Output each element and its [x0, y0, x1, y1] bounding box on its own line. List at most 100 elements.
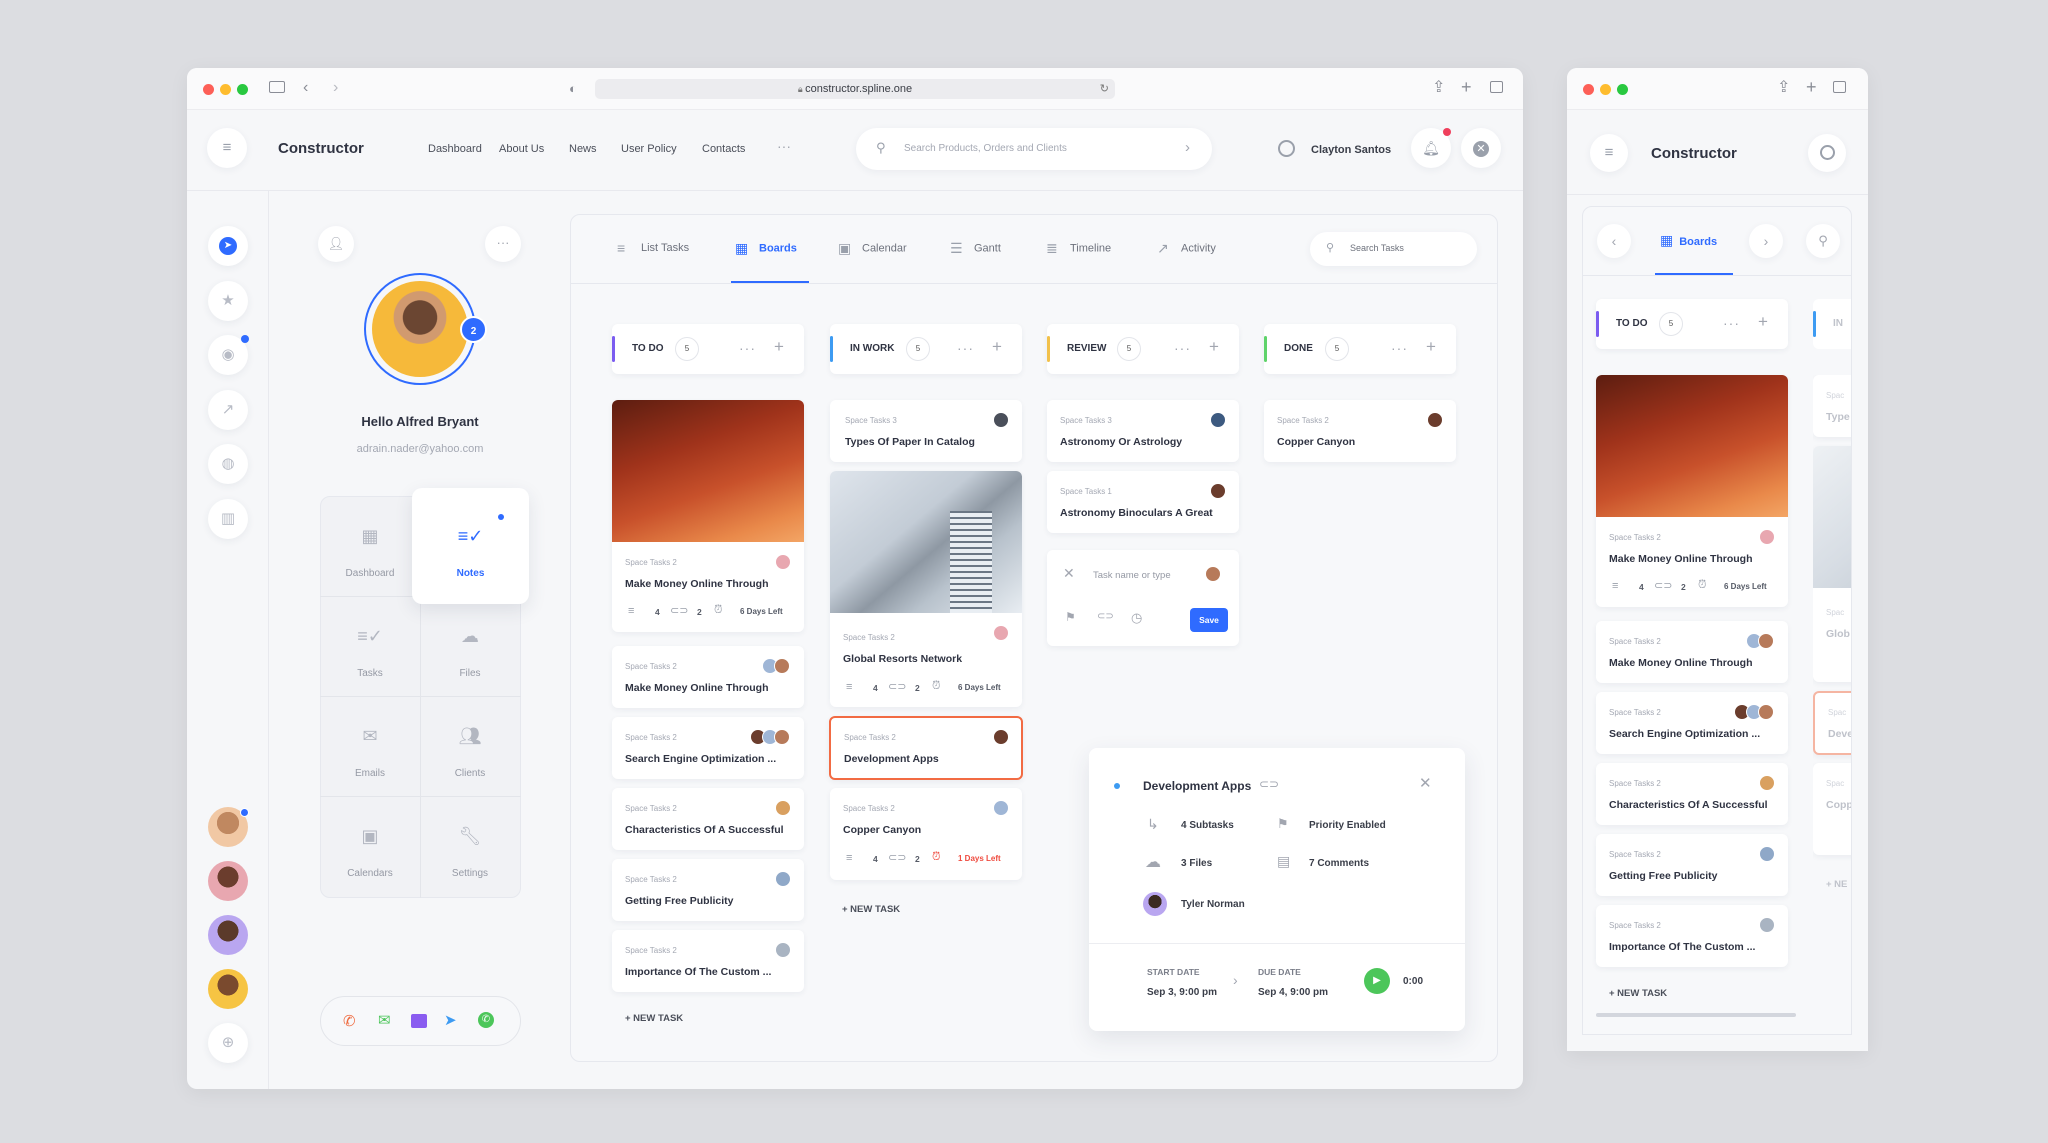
save-button[interactable]: Save — [1190, 608, 1228, 632]
profile-more-button[interactable]: ··· — [485, 226, 521, 262]
close-window-dot[interactable] — [203, 84, 214, 95]
nav-user-policy[interactable]: User Policy — [621, 143, 677, 155]
assignee-avatar[interactable] — [1143, 892, 1167, 916]
task-card[interactable]: Space Tasks 2 Make Money Online Through — [612, 646, 804, 708]
tab-gantt[interactable]: ☰ Gantt — [950, 240, 1001, 257]
mobile-task-card[interactable]: Space Tasks 2 Search Engine Optimization… — [1596, 692, 1788, 754]
close-window-dot[interactable] — [1583, 84, 1594, 95]
email-icon[interactable]: ✉ — [378, 1011, 391, 1029]
rail-stats[interactable]: ↗ — [208, 390, 248, 430]
column-more-button[interactable]: ··· — [957, 340, 974, 356]
profile-person-button[interactable]: 👤︎ — [318, 226, 354, 262]
user-name[interactable]: Clayton Santos — [1311, 144, 1391, 156]
tab-activity[interactable]: ↗ Activity — [1157, 240, 1216, 257]
global-search[interactable]: ⚲ Search Products, Orders and Clients › — [856, 128, 1212, 170]
link-icon[interactable]: ⊂⊃ — [1259, 777, 1279, 791]
column-more-button[interactable]: ··· — [1723, 315, 1740, 331]
rail-globe[interactable]: ◍ — [208, 444, 248, 484]
menu-settings[interactable]: 🔧︎ Settings — [420, 796, 520, 896]
attachment-icon[interactable]: ⊂⊃ — [1097, 611, 1114, 622]
mobile-new-task-button[interactable]: + NEW TASK — [1609, 988, 1667, 999]
task-card[interactable]: Space Tasks 2 Getting Free Publicity — [612, 859, 804, 921]
contact-avatar-4[interactable] — [208, 969, 248, 1009]
maximize-window-dot[interactable] — [237, 84, 248, 95]
rail-favorites[interactable]: ★ — [208, 281, 248, 321]
contact-avatar-3[interactable] — [208, 915, 248, 955]
column-add-button[interactable]: + — [992, 337, 1002, 357]
chevron-right-icon[interactable]: › — [1185, 139, 1190, 156]
task-card[interactable]: Space Tasks 1 Astronomy Binoculars A Gre… — [1047, 471, 1239, 533]
task-card[interactable]: Space Tasks 2 Search Engine Optimization… — [612, 717, 804, 779]
new-tab-icon[interactable]: + — [1461, 78, 1472, 96]
due-date-value[interactable]: Sep 4, 9:00 pm — [1258, 987, 1328, 998]
column-more-button[interactable]: ··· — [739, 340, 756, 356]
mobile-horizontal-scrollbar[interactable] — [1596, 1013, 1796, 1017]
column-add-button[interactable]: + — [1426, 337, 1436, 357]
mobile-partial-new-task[interactable]: + NE — [1826, 879, 1847, 890]
task-card[interactable]: Space Tasks 3 Types Of Paper In Catalog — [830, 400, 1022, 462]
partial-card[interactable]: Spac Type — [1813, 375, 1851, 437]
tab-timeline[interactable]: ≣ Timeline — [1046, 240, 1111, 257]
partial-card-selected[interactable]: Spac Deve — [1813, 691, 1851, 755]
share-icon[interactable]: ⇪ — [1432, 80, 1445, 96]
task-card[interactable]: Space Tasks 2 Copper Canyon ≡ 4 ⊂⊃ 2 ⏰︎ … — [830, 788, 1022, 880]
column-more-button[interactable]: ··· — [1174, 340, 1191, 356]
back-icon[interactable]: ‹ — [303, 80, 308, 96]
cancel-x-icon[interactable]: ✕ — [1063, 565, 1075, 582]
telegram-icon[interactable]: ➤ — [444, 1011, 457, 1029]
new-task-button-todo[interactable]: + NEW TASK — [625, 1013, 683, 1024]
tabs-overview-icon[interactable] — [1833, 81, 1846, 93]
nav-more-button[interactable]: ··· — [777, 138, 791, 154]
close-button[interactable]: ✕ — [1461, 128, 1501, 168]
mobile-task-card[interactable]: Space Tasks 2 Make Money Online Through — [1596, 621, 1788, 683]
rail-buildings[interactable]: ▥ — [208, 499, 248, 539]
mobile-next-button[interactable]: › — [1749, 224, 1783, 258]
menu-calendars[interactable]: ▣ Calendars — [320, 796, 420, 896]
column-add-button[interactable]: + — [774, 337, 784, 357]
minimize-window-dot[interactable] — [220, 84, 231, 95]
assignee-avatar[interactable] — [1205, 566, 1221, 582]
menu-notes[interactable]: ≡✓ Notes — [412, 488, 529, 604]
close-icon[interactable]: ✕ — [1419, 774, 1432, 792]
task-search-input[interactable]: Search Tasks — [1350, 243, 1404, 253]
nav-dashboard[interactable]: Dashboard — [428, 143, 482, 155]
mobile-prev-button[interactable]: ‹ — [1597, 224, 1631, 258]
task-name-input[interactable]: Task name or type — [1093, 570, 1171, 581]
play-timer-button[interactable]: ▶ — [1364, 968, 1390, 994]
column-add-button[interactable]: + — [1758, 312, 1768, 332]
task-card[interactable]: Space Tasks 2 Importance Of The Custom .… — [612, 930, 804, 992]
sidebar-toggle-icon[interactable] — [269, 81, 285, 93]
user-avatar-icon[interactable] — [1278, 140, 1295, 157]
search-input[interactable]: Search Products, Orders and Clients — [904, 143, 1067, 154]
mobile-hamburger-button[interactable]: ≡ — [1590, 134, 1628, 172]
mobile-task-card[interactable]: Space Tasks 2 Getting Free Publicity — [1596, 834, 1788, 896]
book-icon[interactable] — [411, 1014, 427, 1028]
column-add-button[interactable]: + — [1209, 337, 1219, 357]
task-card[interactable]: Space Tasks 3 Astronomy Or Astrology — [1047, 400, 1239, 462]
menu-emails[interactable]: ✉ Emails — [320, 696, 420, 796]
task-card[interactable]: Space Tasks 2 Characteristics Of A Succe… — [612, 788, 804, 850]
task-card[interactable]: Space Tasks 2 Copper Canyon — [1264, 400, 1456, 462]
mobile-task-card[interactable]: Space Tasks 2 Characteristics Of A Succe… — [1596, 763, 1788, 825]
tabs-overview-icon[interactable] — [1490, 81, 1503, 93]
whatsapp-icon[interactable]: ✆ — [478, 1012, 494, 1028]
hamburger-menu-button[interactable]: ≡ — [207, 128, 247, 168]
reload-icon[interactable]: ↻ — [1100, 79, 1109, 99]
mobile-task-card[interactable]: Space Tasks 2 Make Money Online Through … — [1596, 375, 1788, 607]
menu-dashboard[interactable]: ▦ Dashboard — [320, 496, 420, 596]
share-icon[interactable]: ⇪ — [1777, 80, 1790, 96]
menu-tasks[interactable]: ≡✓ Tasks — [320, 596, 420, 696]
tab-calendar[interactable]: ▣ Calendar — [838, 240, 907, 257]
mobile-tab-boards[interactable]: ▦ Boards — [1660, 232, 1717, 249]
task-card-selected[interactable]: Space Tasks 2 Development Apps — [829, 716, 1023, 780]
mobile-task-card[interactable]: Space Tasks 2 Importance Of The Custom .… — [1596, 905, 1788, 967]
new-task-button-inwork[interactable]: + NEW TASK — [842, 904, 900, 915]
tab-boards[interactable]: ▦ Boards — [735, 240, 797, 257]
menu-clients[interactable]: 👥︎ Clients — [420, 696, 520, 796]
task-card[interactable]: Space Tasks 2 Global Resorts Network ≡ 4… — [830, 471, 1022, 707]
task-search[interactable]: ⚲ Search Tasks — [1310, 232, 1477, 266]
task-card[interactable]: Space Tasks 2 Make Money Online Through … — [612, 400, 804, 632]
nav-about-us[interactable]: About Us — [499, 143, 544, 155]
tab-list-tasks[interactable]: ≡ List Tasks — [617, 240, 689, 256]
add-contact-button[interactable]: ⊕ — [208, 1023, 248, 1063]
